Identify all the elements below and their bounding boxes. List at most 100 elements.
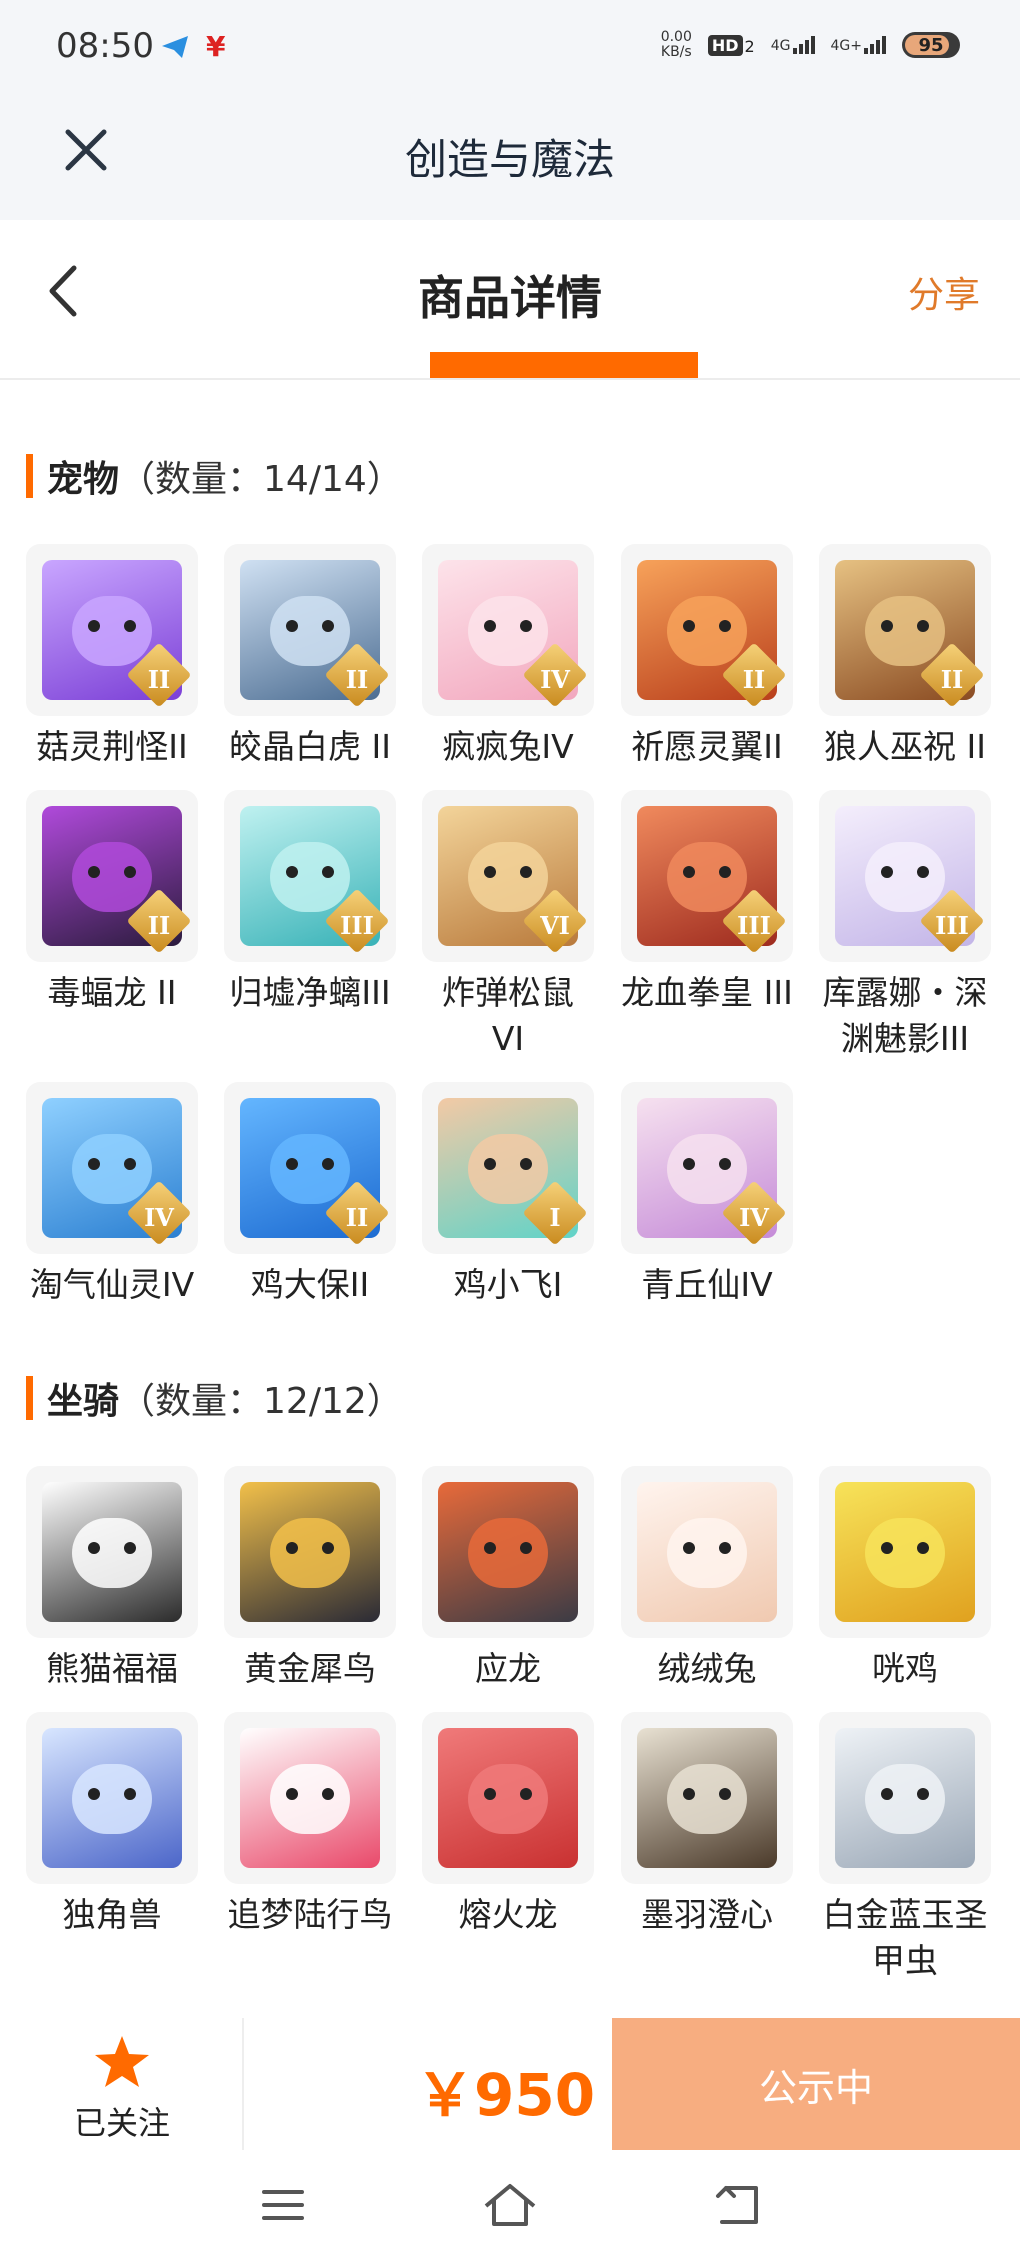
section-accent-bar <box>26 1376 33 1420</box>
item-label: 炸弹松鼠 VI <box>442 973 574 1058</box>
item-card[interactable]: II 皎晶白虎 II <box>224 544 396 770</box>
item-label: 龙血拳皇 III <box>621 973 793 1012</box>
rank-badge-text: II <box>345 1203 369 1232</box>
item-artwork <box>637 1728 777 1868</box>
home-icon[interactable] <box>482 2180 538 2230</box>
item-card[interactable]: 黄金犀鸟 <box>224 1466 396 1692</box>
item-card[interactable]: II 狼人巫祝 II <box>819 544 991 770</box>
item-card[interactable]: IV 淘气仙灵IV <box>26 1082 198 1308</box>
app-title: 创造与魔法 <box>404 135 615 184</box>
section-count: （数量：14/14） <box>119 459 403 500</box>
price: ￥950 <box>416 2061 596 2129</box>
item-card[interactable]: 白金蓝玉圣甲虫 <box>819 1712 991 1984</box>
item-label: 鸡大保II <box>250 1265 370 1304</box>
item-thumbnail: II <box>621 544 793 716</box>
item-card[interactable]: II 菇灵荆怪II <box>26 544 198 770</box>
item-thumbnail: I <box>422 1082 594 1254</box>
item-card[interactable]: IV 疯疯兔IV <box>422 544 594 770</box>
item-label: 青丘仙IV <box>641 1265 773 1304</box>
item-card[interactable]: I 鸡小飞I <box>422 1082 594 1308</box>
item-card[interactable]: 熔火龙 <box>422 1712 594 1938</box>
bank-app-icon: ¥ <box>206 30 226 63</box>
system-nav-bar <box>0 2150 1020 2267</box>
item-label: 墨羽澄心 <box>641 1895 773 1934</box>
item-label: 皎晶白虎 II <box>229 727 391 766</box>
section-accent-bar <box>26 454 33 498</box>
item-card[interactable]: 追梦陆行鸟 <box>224 1712 396 1938</box>
item-card[interactable]: 熊猫福福 <box>26 1466 198 1692</box>
net-speed: 0.00 KB/s <box>660 29 692 60</box>
item-thumbnail: III <box>224 790 396 962</box>
item-thumbnail: II <box>224 544 396 716</box>
item-thumbnail <box>422 1466 594 1638</box>
star-icon <box>95 2036 149 2087</box>
item-label: 鸡小飞I <box>453 1265 563 1304</box>
rank-badge-text: IV <box>540 665 570 694</box>
item-label: 白金蓝玉圣甲虫 <box>822 1895 988 1980</box>
item-thumbnail: II <box>224 1082 396 1254</box>
item-artwork <box>637 1482 777 1622</box>
share-button[interactable]: 分享 <box>908 266 980 318</box>
status-time: 08:50 <box>56 26 154 66</box>
item-card[interactable]: II 鸡大保II <box>224 1082 396 1308</box>
back-icon[interactable] <box>712 2180 762 2230</box>
item-thumbnail: II <box>819 544 991 716</box>
item-thumbnail <box>819 1466 991 1638</box>
item-thumbnail: II <box>26 544 198 716</box>
item-card[interactable]: II 毒蝠龙 II <box>26 790 198 1016</box>
item-artwork <box>835 1728 975 1868</box>
section-header-mounts: 坐骑 （数量：12/12） <box>26 1374 403 1422</box>
item-label: 绒绒兔 <box>657 1649 757 1688</box>
item-thumbnail <box>621 1466 793 1638</box>
item-thumbnail: IV <box>621 1082 793 1254</box>
hd-indicator: HD 2 <box>707 34 755 56</box>
rank-badge-text: II <box>147 911 171 940</box>
status-indicators: 0.00 KB/s HD 2 4G 4G+ 95 <box>661 30 960 60</box>
item-thumbnail: III <box>819 790 991 962</box>
status-bar: 08:50 ¥ 0.00 KB/s HD 2 4G 4G+ 95 <box>0 0 1020 96</box>
item-card[interactable]: 独角兽 <box>26 1712 198 1938</box>
item-artwork <box>42 1728 182 1868</box>
section-title: 宠物 <box>47 459 120 500</box>
item-card[interactable]: 应龙 <box>422 1466 594 1692</box>
item-label: 追梦陆行鸟 <box>227 1895 393 1934</box>
rank-badge-text: II <box>940 665 964 694</box>
rank-badge-text: IV <box>144 1203 174 1232</box>
rank-badge-text: III <box>737 911 771 940</box>
item-thumbnail: VI <box>422 790 594 962</box>
menu-icon[interactable] <box>258 2180 308 2230</box>
rank-badge-text: III <box>935 911 969 940</box>
item-label: 归墟净螭III <box>229 973 391 1012</box>
rank-badge-text: II <box>742 665 766 694</box>
item-artwork <box>42 1482 182 1622</box>
item-artwork <box>438 1728 578 1868</box>
section-count: （数量：12/12） <box>119 1381 403 1422</box>
item-card[interactable]: III 归墟净螭III <box>224 790 396 1016</box>
item-thumbnail <box>26 1712 198 1884</box>
rank-badge-text: II <box>345 665 369 694</box>
item-card[interactable]: III 龙血拳皇 III <box>621 790 793 1016</box>
signal-icon-2: 4G+ <box>831 36 886 54</box>
item-label: 黄金犀鸟 <box>244 1649 376 1688</box>
battery-icon: 95 <box>902 32 960 58</box>
nav-header: 商品详情 分享 <box>0 220 1020 380</box>
item-thumbnail: III <box>621 790 793 962</box>
tab-indicator <box>430 352 698 378</box>
item-card[interactable]: IV 青丘仙IV <box>621 1082 793 1308</box>
item-thumbnail <box>26 1466 198 1638</box>
item-card[interactable]: II 祈愿灵翼II <box>621 544 793 770</box>
rank-badge-text: IV <box>739 1203 769 1232</box>
item-card[interactable]: VI 炸弹松鼠 VI <box>422 790 594 1062</box>
item-card[interactable]: 墨羽澄心 <box>621 1712 793 1938</box>
rank-badge-text: VI <box>540 911 570 940</box>
item-card[interactable]: 绒绒兔 <box>621 1466 793 1692</box>
item-thumbnail: IV <box>422 544 594 716</box>
item-thumbnail <box>224 1466 396 1638</box>
item-label: 菇灵荆怪II <box>36 727 188 766</box>
item-label: 应龙 <box>475 1649 541 1688</box>
item-card[interactable]: III 库露娜・深渊魅影III <box>819 790 991 1062</box>
follow-button[interactable]: 已关注 <box>0 2018 244 2150</box>
status-button[interactable]: 公示中 <box>612 2018 1020 2150</box>
item-card[interactable]: 咣鸡 <box>819 1466 991 1692</box>
rank-badge-text: II <box>147 665 171 694</box>
